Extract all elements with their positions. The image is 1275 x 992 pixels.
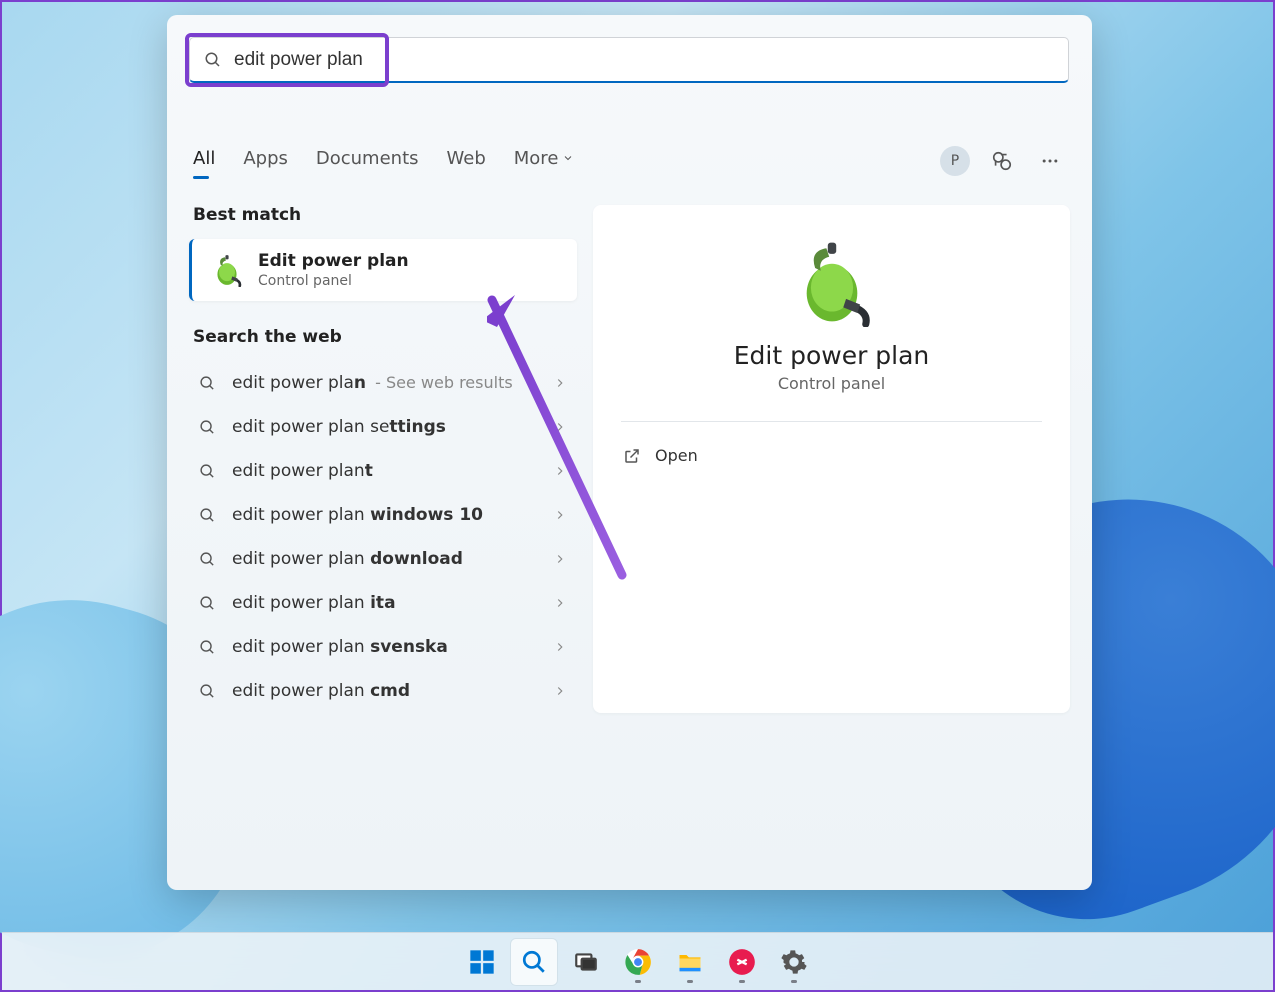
search-web-heading: Search the web	[189, 327, 577, 347]
chevron-down-icon	[562, 152, 574, 164]
web-result[interactable]: edit power plan ita	[189, 581, 577, 625]
chevron-right-icon	[553, 640, 567, 654]
open-icon	[623, 447, 641, 465]
search-icon	[521, 949, 547, 975]
detail-pane: Edit power plan Control panel Open	[593, 205, 1070, 713]
best-match-title: Edit power plan	[258, 251, 409, 271]
taskbar-explorer[interactable]	[667, 939, 713, 985]
web-result-text: edit power plant	[232, 461, 537, 481]
web-result-text: edit power plan settings	[232, 417, 537, 437]
tab-web[interactable]: Web	[447, 148, 486, 175]
search-icon	[199, 551, 216, 568]
search-panel: All Apps Documents Web More P Best match	[167, 15, 1092, 890]
web-result[interactable]: edit power plant	[189, 449, 577, 493]
chevron-right-icon	[553, 376, 567, 390]
search-input[interactable]	[234, 49, 1054, 71]
chevron-right-icon	[553, 420, 567, 434]
detail-subtitle: Control panel	[621, 374, 1042, 393]
search-icon	[199, 507, 216, 524]
web-result-text: edit power plan - See web results	[232, 373, 537, 393]
more-options[interactable]	[1034, 145, 1066, 177]
search-icon	[199, 683, 216, 700]
search-icon	[199, 595, 216, 612]
windows-icon	[468, 948, 496, 976]
web-result[interactable]: edit power plan download	[189, 537, 577, 581]
taskbar	[2, 932, 1273, 990]
chevron-right-icon	[553, 552, 567, 566]
search-icon	[204, 51, 222, 69]
search-icon	[199, 419, 216, 436]
web-result[interactable]: edit power plan - See web results	[189, 361, 577, 405]
taskbar-search[interactable]	[511, 939, 557, 985]
search-bar[interactable]	[189, 37, 1069, 83]
web-results-list: edit power plan - See web results edit p…	[189, 361, 577, 713]
best-match-item[interactable]: Edit power plan Control panel	[189, 239, 577, 301]
results-column: Best match Edit power plan Control panel…	[189, 205, 577, 713]
folder-icon	[676, 948, 704, 976]
tab-apps[interactable]: Apps	[243, 148, 288, 175]
filter-tabs: All Apps Documents Web More P	[189, 145, 1070, 177]
best-match-heading: Best match	[189, 205, 577, 225]
chevron-right-icon	[553, 508, 567, 522]
chevron-right-icon	[553, 464, 567, 478]
user-avatar[interactable]: P	[940, 146, 970, 176]
detail-divider	[621, 421, 1042, 422]
detail-title: Edit power plan	[621, 341, 1042, 370]
web-result[interactable]: edit power plan svenska	[189, 625, 577, 669]
search-icon	[199, 375, 216, 392]
web-result[interactable]: edit power plan settings	[189, 405, 577, 449]
web-result-text: edit power plan svenska	[232, 637, 537, 657]
web-result[interactable]: edit power plan cmd	[189, 669, 577, 713]
app-icon	[728, 948, 756, 976]
power-plan-icon-large	[787, 237, 877, 327]
web-result[interactable]: edit power plan windows 10	[189, 493, 577, 537]
best-match-subtitle: Control panel	[258, 273, 409, 289]
web-result-text: edit power plan ita	[232, 593, 537, 613]
open-action[interactable]: Open	[621, 438, 1042, 473]
rewards-icon[interactable]	[986, 145, 1018, 177]
web-result-text: edit power plan windows 10	[232, 505, 537, 525]
taskbar-start[interactable]	[459, 939, 505, 985]
web-result-text: edit power plan cmd	[232, 681, 537, 701]
taskbar-app-red[interactable]	[719, 939, 765, 985]
taskview-icon	[573, 949, 599, 975]
gear-icon	[780, 948, 808, 976]
search-icon	[199, 463, 216, 480]
power-plan-icon	[210, 253, 244, 287]
ellipsis-icon	[1040, 151, 1060, 171]
web-result-text: edit power plan download	[232, 549, 537, 569]
taskbar-settings[interactable]	[771, 939, 817, 985]
search-icon	[199, 639, 216, 656]
badge-icon	[991, 150, 1013, 172]
tab-all[interactable]: All	[193, 148, 215, 175]
tab-more[interactable]: More	[514, 148, 575, 175]
chrome-icon	[624, 948, 652, 976]
taskbar-chrome[interactable]	[615, 939, 661, 985]
chevron-right-icon	[553, 684, 567, 698]
chevron-right-icon	[553, 596, 567, 610]
taskbar-taskview[interactable]	[563, 939, 609, 985]
tab-documents[interactable]: Documents	[316, 148, 419, 175]
open-label: Open	[655, 446, 698, 465]
